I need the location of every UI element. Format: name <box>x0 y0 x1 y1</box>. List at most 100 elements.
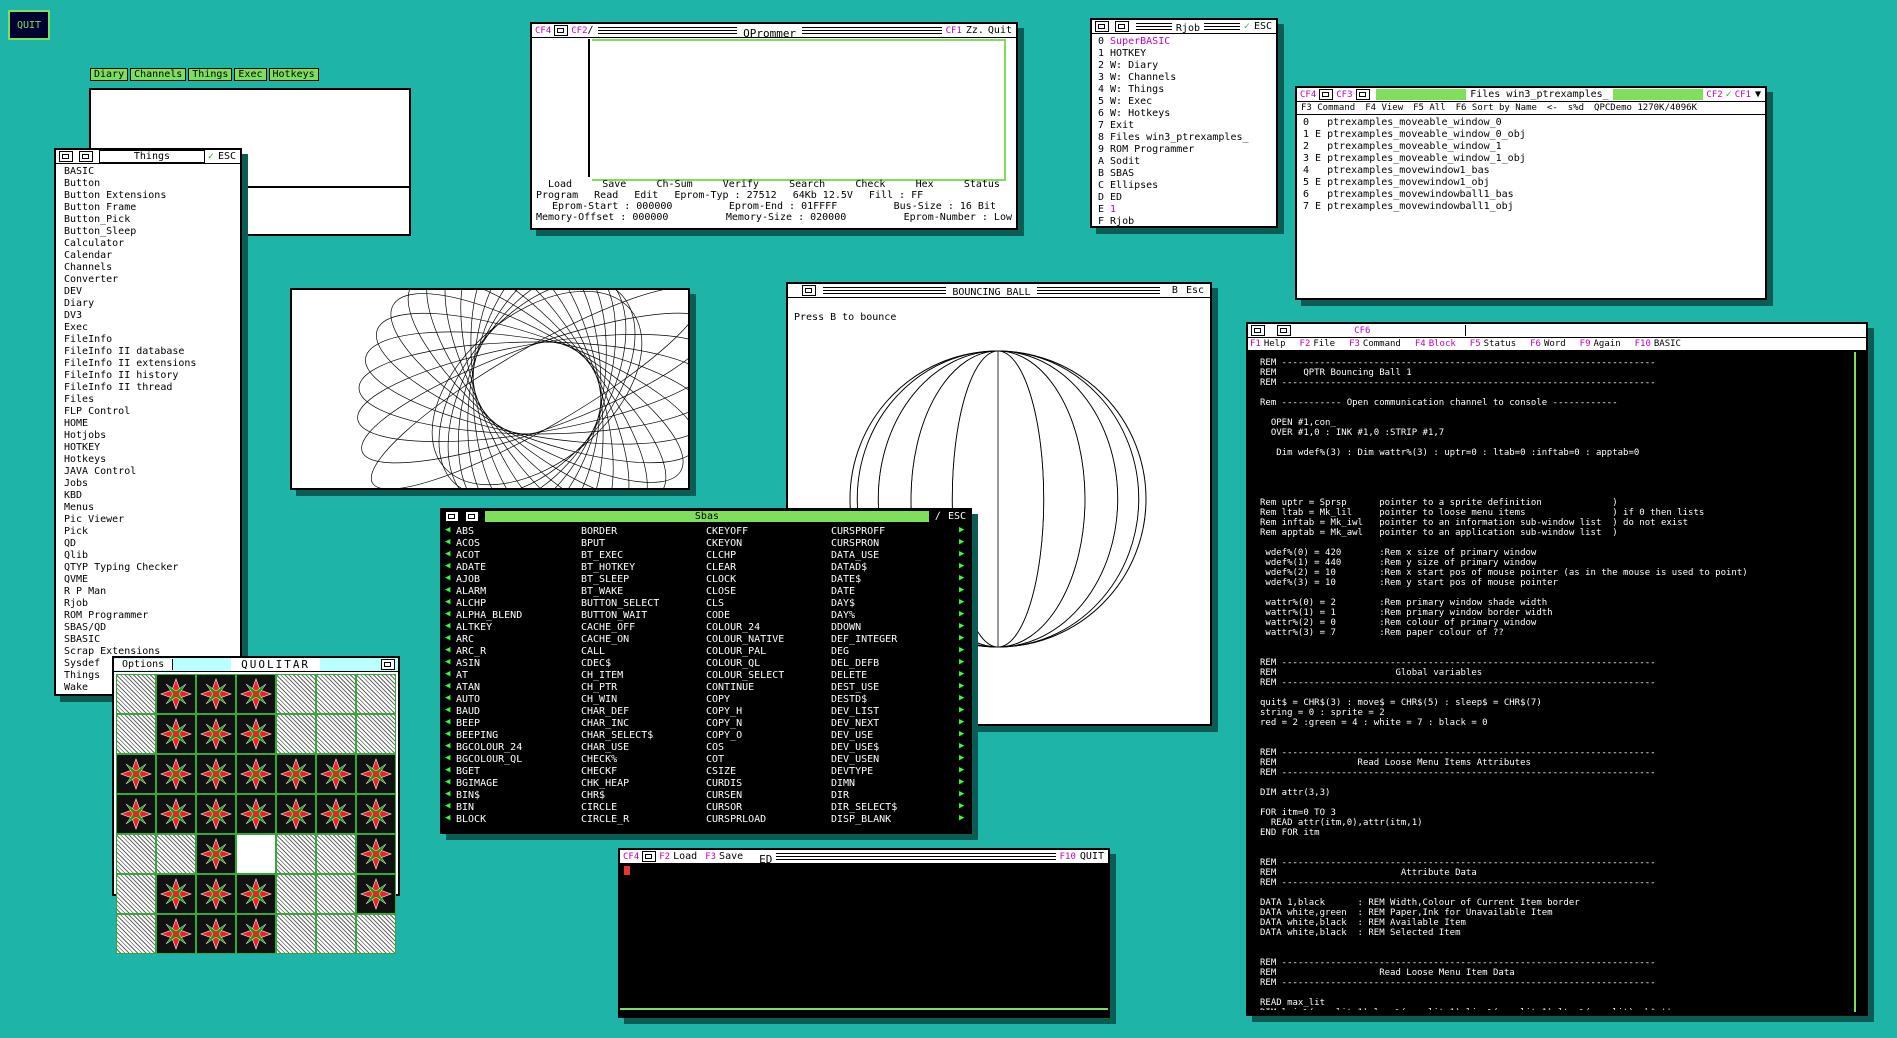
sbas-keyword[interactable]: ALTKEY <box>456 622 581 634</box>
things-list-item[interactable]: Button_Pick <box>64 214 232 226</box>
things-list-item[interactable]: DEV <box>64 286 232 298</box>
qprommer-titlebar[interactable]: CF4 CF2 ∕ QPrommer CF1 Zz. Quit <box>532 24 1016 38</box>
sbas-keyword[interactable]: CHAR_DEF <box>581 706 706 718</box>
sbas-keyword[interactable]: BGCOLOUR_24 <box>456 742 581 754</box>
sbas-keyword[interactable]: ARC <box>456 634 581 646</box>
qd-titlebar[interactable]: About QD CF6 Ins L:7 C:63 win3_ptrexampl… <box>1248 324 1866 338</box>
quolitar-board[interactable] <box>116 674 396 954</box>
sbas-keyword[interactable]: BIN <box>456 802 581 814</box>
sleep-button[interactable]: Zz. <box>966 25 984 36</box>
resize-icon[interactable] <box>79 151 93 162</box>
scroll-left-icon[interactable]: ◀ <box>445 740 453 752</box>
star-tile[interactable] <box>236 754 276 794</box>
sbas-keyword[interactable]: CH_ITEM <box>581 670 706 682</box>
things-titlebar[interactable]: Things ✓ ESC <box>56 150 240 164</box>
sbas-keyword[interactable]: CH_PTR <box>581 682 706 694</box>
qprommer-menu-item[interactable]: Load <box>548 179 572 190</box>
sbas-keyword[interactable]: AJOB <box>456 574 581 586</box>
maze-tile[interactable] <box>356 674 396 714</box>
scroll-left-icon[interactable]: ◀ <box>445 584 453 596</box>
sbas-keyword[interactable]: CURSEN <box>706 790 831 802</box>
rjob-item[interactable]: 1 HOTKEY <box>1098 48 1270 60</box>
qprommer-menu-item[interactable]: Status <box>964 179 1000 190</box>
rjob-item[interactable]: 5 W: Exec <box>1098 96 1270 108</box>
scroll-left-icon[interactable]: ◀ <box>445 752 453 764</box>
qd-menu-item[interactable]: F3 Command <box>1349 338 1401 350</box>
sbas-keyword[interactable]: ATAN <box>456 682 581 694</box>
maze-tile[interactable] <box>276 874 316 914</box>
sbas-keyword[interactable]: CLEAR <box>706 562 831 574</box>
things-list-item[interactable]: ROM Programmer <box>64 610 232 622</box>
options-button[interactable]: Options <box>114 659 174 670</box>
star-tile[interactable] <box>356 874 396 914</box>
qd-menu-item[interactable]: F6 Word <box>1530 338 1566 350</box>
qprommer-menu-item[interactable]: Hex <box>916 179 934 190</box>
sbas-keyword[interactable]: CACHE_OFF <box>581 622 706 634</box>
scroll-left-icon[interactable]: ◀ <box>445 764 453 776</box>
check-icon[interactable]: ∕ <box>588 25 594 36</box>
files-menu-item[interactable]: F5 All <box>1413 102 1446 114</box>
quit-button-qp[interactable]: Quit <box>988 25 1012 36</box>
sbas-keyword[interactable]: CALL <box>581 646 706 658</box>
scroll-left-icon[interactable]: ◀ <box>445 788 453 800</box>
sbas-keyword[interactable]: CHK_HEAP <box>581 778 706 790</box>
file-item[interactable]: 3 Eptrexamples_moveable_window_1_obj <box>1303 153 1759 165</box>
maze-tile[interactable] <box>316 674 356 714</box>
sbas-keyword[interactable]: CDEC$ <box>581 658 706 670</box>
sbas-keyword[interactable]: BEEP <box>456 718 581 730</box>
things-list-item[interactable]: Rjob <box>64 598 232 610</box>
sbas-keyword[interactable]: COS <box>706 742 831 754</box>
rjob-item[interactable]: D ED <box>1098 192 1270 204</box>
rjob-item[interactable]: 3 W: Channels <box>1098 72 1270 84</box>
move-icon[interactable] <box>381 659 395 670</box>
scroll-right-icon[interactable]: ▶ <box>959 668 967 680</box>
scroll-left-icon[interactable]: ◀ <box>445 728 453 740</box>
star-tile[interactable] <box>316 754 356 794</box>
sbas-keyword[interactable]: CIRCLE <box>581 802 706 814</box>
sbas-keyword[interactable]: CODE <box>706 610 831 622</box>
things-list-item[interactable]: Converter <box>64 274 232 286</box>
scroll-right-icon[interactable]: ▶ <box>959 608 967 620</box>
things-list-item[interactable]: SBASIC <box>64 634 232 646</box>
maze-tile[interactable] <box>116 874 156 914</box>
qprommer-field[interactable]: Eprom-End : 01FFFF <box>729 201 837 212</box>
sbas-keyword[interactable]: DIR_SELECT$ <box>831 802 956 814</box>
maze-tile[interactable] <box>116 914 156 954</box>
scroll-right-icon[interactable]: ▶ <box>959 740 967 752</box>
sbas-keyword[interactable]: ACOS <box>456 538 581 550</box>
star-tile[interactable] <box>156 874 196 914</box>
sbas-keyword[interactable]: ARC_R <box>456 646 581 658</box>
ins-indicator[interactable]: Ins <box>1376 325 1394 336</box>
qprommer-field[interactable]: Eprom-Number : Low <box>904 212 1012 223</box>
scroll-right-icon[interactable]: ▶ <box>959 596 967 608</box>
sbas-keyword[interactable]: DATE$ <box>831 574 956 586</box>
qprommer-field[interactable]: 64Kb 12.5V <box>793 190 853 201</box>
sbas-keyword[interactable]: CHAR_INC <box>581 718 706 730</box>
scroll-left-icon[interactable]: ◀ <box>445 812 453 824</box>
scroll-left-icon[interactable]: ◀ <box>445 716 453 728</box>
things-list-item[interactable]: Calculator <box>64 238 232 250</box>
sbas-keyword[interactable]: CSIZE <box>706 766 831 778</box>
sbas-keyword[interactable]: DIR <box>831 790 956 802</box>
scroll-right-icon[interactable]: ▶ <box>959 800 967 812</box>
sbas-keyword[interactable]: CURSPROFF <box>831 526 956 538</box>
move-icon[interactable] <box>554 25 569 36</box>
things-list-item[interactable]: FileInfo <box>64 334 232 346</box>
scroll-right-icon[interactable]: ▶ <box>959 692 967 704</box>
sbas-keyword[interactable]: BT_WAKE <box>581 586 706 598</box>
about-button[interactable]: About QD <box>1300 325 1348 336</box>
sbas-keyword[interactable]: CHR$ <box>581 790 706 802</box>
sleep-icon[interactable]: ✓ <box>1726 89 1732 100</box>
sbas-keyword[interactable]: ALARM <box>456 586 581 598</box>
files-titlebar[interactable]: CF4 CF3 Files win3_ptrexamples_ CF2 ✓ CF… <box>1297 88 1765 102</box>
move-icon[interactable] <box>59 151 73 162</box>
things-list-item[interactable]: DV3 <box>64 310 232 322</box>
sbas-keyword[interactable]: CLOSE <box>706 586 831 598</box>
file-item[interactable]: 0 ptrexamples_moveable_window_0 <box>1303 117 1759 129</box>
sbas-keyword[interactable]: CKEYOFF <box>706 526 831 538</box>
star-tile[interactable] <box>276 794 316 834</box>
sbas-keyword[interactable]: CHAR_USE <box>581 742 706 754</box>
sbas-keyword[interactable]: CACHE_ON <box>581 634 706 646</box>
qprommer-field[interactable]: Edit <box>634 190 658 201</box>
sbas-keyword[interactable]: COPY_O <box>706 730 831 742</box>
